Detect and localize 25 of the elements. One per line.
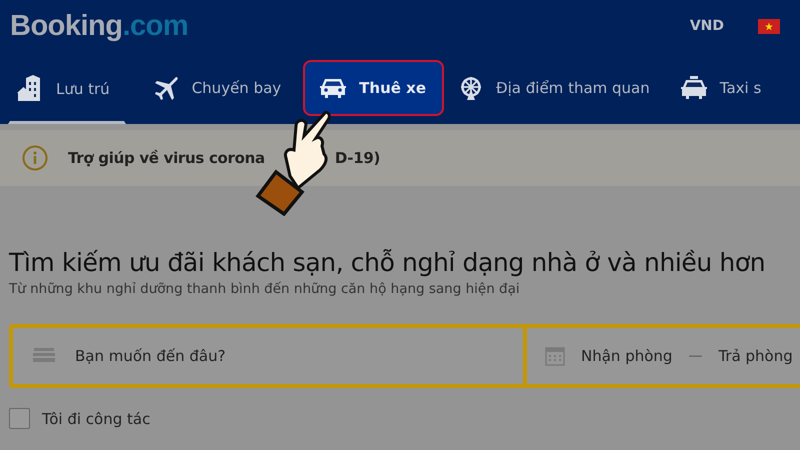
bed-icon: [33, 348, 55, 364]
date-separator: —: [688, 348, 702, 364]
destination-field[interactable]: Bạn muốn đến đâu?: [73, 346, 377, 366]
info-icon: [22, 145, 48, 171]
nav-tab[interactable]: Địa điểm tham quan: [450, 60, 666, 116]
checkbox[interactable]: [9, 408, 30, 429]
nav-tab[interactable]: Chuyến bay: [146, 60, 298, 116]
checkin-text: Nhận phòng: [581, 347, 672, 365]
booking-logo[interactable]: Booking.com: [10, 10, 188, 42]
hero-title: Tìm kiếm ưu đãi khách sạn, chỗ nghỉ dạng nhà ở và nhiều hơn: [9, 248, 766, 277]
nav-tab[interactable]: Taxi s: [672, 60, 778, 116]
taxi-icon: [680, 76, 708, 100]
nav-tab[interactable]: Lưu trú: [8, 52, 126, 124]
notice-text[interactable]: Trợ giúp về virus corona: [68, 149, 265, 167]
notice-text[interactable]: D-19): [334, 149, 380, 167]
calendar-icon: [545, 346, 565, 366]
hero-subtitle: Từ những khu nghỉ dưỡng thanh bình đến những căn hộ hạng sang hiện đại: [9, 281, 521, 297]
airplane-icon: [154, 75, 180, 101]
flag-icon[interactable]: [758, 18, 780, 34]
checkbox-label[interactable]: Tôi đi công tác: [42, 410, 150, 428]
checkout-text: Trả phòng: [718, 347, 793, 365]
car-icon: [319, 77, 348, 99]
date-field[interactable]: Nhận phòng — Trả phòng: [527, 328, 800, 384]
nav-tab[interactable]: Thuê xe: [303, 60, 444, 116]
currency-button[interactable]: VND: [688, 16, 726, 36]
